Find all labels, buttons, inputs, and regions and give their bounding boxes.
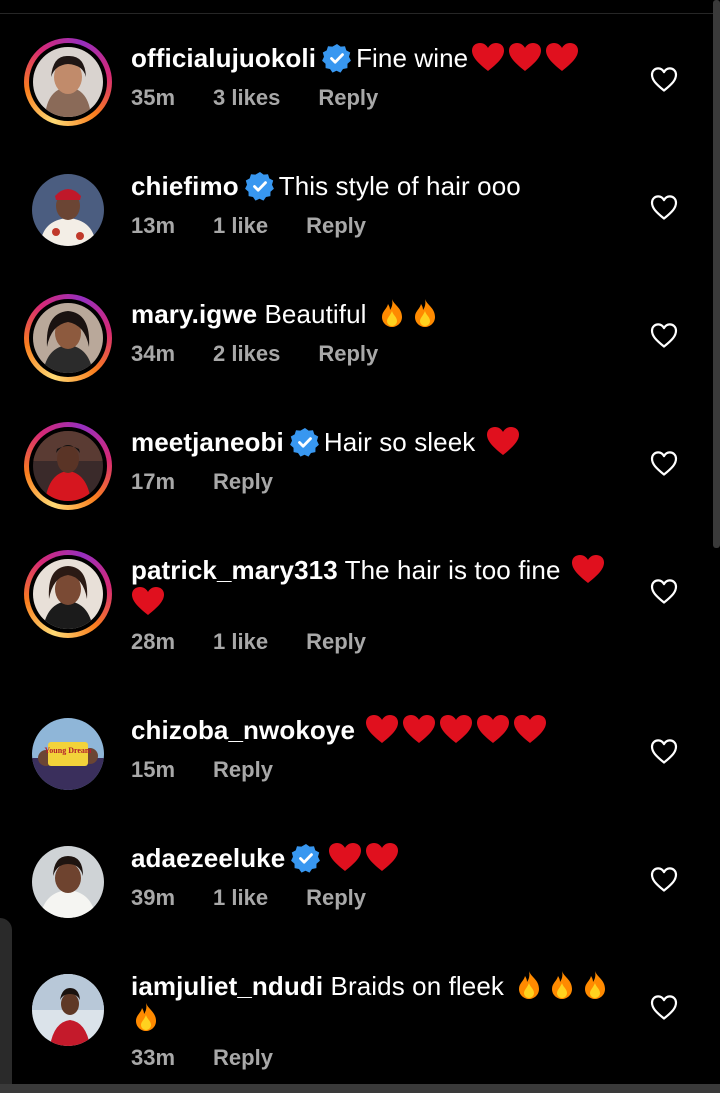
comment-text: Hair so sleek [323,427,483,457]
reply-button[interactable]: Reply [306,885,366,910]
comment-text: The hair is too fine [344,555,568,585]
like-heart-icon[interactable] [650,322,678,348]
red-heart-icon [440,715,473,743]
fire-icon [519,971,540,999]
avatar[interactable] [24,422,112,510]
red-heart-icon [571,555,604,583]
red-heart-icon [132,587,164,615]
comment-text: Braids on fleek [330,971,512,1001]
red-heart-icon [366,843,399,871]
reply-button[interactable]: Reply [306,213,366,238]
comment-username[interactable]: officialujuokoli [131,43,316,73]
fire-icon [136,1003,156,1031]
comment-likes[interactable]: 1 like [213,213,268,238]
red-heart-icon [329,843,362,871]
verified-badge-icon [322,44,351,73]
comment-text: Beautiful [264,299,374,329]
comment-username[interactable]: meetjaneobi [131,427,284,457]
avatar[interactable] [24,38,112,126]
avatar[interactable] [24,838,112,926]
red-heart-icon [514,715,547,743]
edge-swipe-handle[interactable] [0,918,12,1093]
red-heart-icon [477,715,510,743]
comment-likes[interactable]: 2 likes [213,341,280,366]
scrollbar[interactable] [713,0,720,548]
reply-button[interactable]: Reply [318,341,378,366]
comment-text: This style of hair ooo [278,171,521,201]
comment-text: Fine wine [356,43,469,73]
top-divider [0,13,720,14]
comment-username[interactable]: chiefimo [131,171,239,201]
comment-time: 28m [131,629,176,654]
verified-badge-icon [291,844,321,873]
avatar[interactable] [24,294,112,382]
poster-title: Young Dream [44,746,92,755]
avatar[interactable] [24,966,112,1054]
reply-button[interactable]: Reply [213,469,273,494]
verified-badge-icon [289,428,319,457]
comment-time: 15m [131,757,176,782]
comment-username[interactable]: patrick_mary313 [131,555,338,585]
fire-icon [414,299,435,327]
comment-time: 35m [131,85,176,110]
like-heart-icon[interactable] [650,994,678,1020]
comment-time: 13m [131,213,176,238]
avatar[interactable] [24,550,112,638]
fire-icon [381,299,402,327]
red-heart-icon [486,427,519,455]
like-heart-icon[interactable] [650,738,678,764]
fire-icon [585,971,606,999]
reply-button[interactable]: Reply [318,85,378,110]
comment-likes[interactable]: 1 like [213,629,268,654]
comment-username[interactable]: adaezeeluke [131,843,285,873]
red-heart-icon [472,43,505,71]
like-heart-icon[interactable] [650,578,678,604]
avatar[interactable]: Young Dream [24,710,112,798]
like-heart-icon[interactable] [650,866,678,892]
reply-button[interactable]: Reply [213,757,273,782]
comment-time: 33m [131,1045,176,1070]
avatar[interactable] [24,166,112,254]
red-heart-icon [509,43,542,71]
comment-time: 39m [131,885,176,910]
comment-time: 17m [131,469,176,494]
comment-username[interactable]: iamjuliet_ndudi [131,971,323,1001]
reply-button[interactable]: Reply [213,1045,273,1070]
fire-icon [552,971,573,999]
like-heart-icon[interactable] [650,194,678,220]
like-heart-icon[interactable] [650,66,678,92]
red-heart-icon [403,715,436,743]
reply-button[interactable]: Reply [306,629,366,654]
red-heart-icon [546,43,579,71]
comment-username[interactable]: chizoba_nwokoye [131,715,355,745]
comment-likes[interactable]: 3 likes [213,85,280,110]
like-heart-icon[interactable] [650,450,678,476]
red-heart-icon [366,715,399,743]
comment-likes[interactable]: 1 like [213,885,268,910]
comment-username[interactable]: mary.igwe [131,299,257,329]
comment-time: 34m [131,341,176,366]
verified-badge-icon [244,172,274,201]
bottom-bar [0,1084,720,1093]
